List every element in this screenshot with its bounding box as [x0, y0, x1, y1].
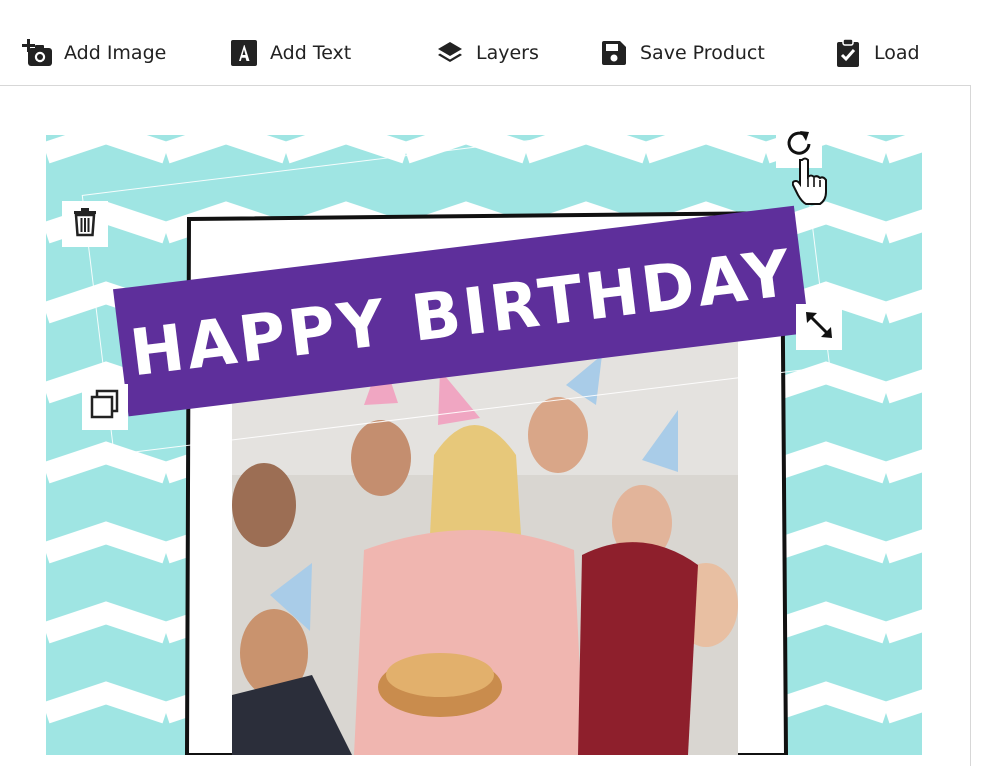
add-text-label: Add Text — [270, 42, 352, 64]
trash-icon — [72, 207, 98, 241]
add-text-button[interactable]: Add Text — [228, 36, 351, 70]
add-photo-icon — [22, 37, 54, 69]
add-image-label: Add Image — [64, 42, 167, 64]
load-button[interactable]: Load — [832, 36, 920, 70]
load-label: Load — [874, 42, 920, 64]
chevron-background: HAPPY BIRTHDAY — [46, 135, 922, 755]
layers-label: Layers — [476, 42, 539, 64]
copy-icon — [88, 388, 122, 426]
save-product-button[interactable]: Save Product — [598, 36, 765, 70]
floppy-disk-icon — [598, 37, 630, 69]
layers-icon — [434, 37, 466, 69]
save-product-label: Save Product — [640, 42, 765, 64]
delete-handle[interactable] — [62, 201, 108, 247]
resize-handle[interactable] — [796, 304, 842, 350]
layers-button[interactable]: Layers — [434, 36, 539, 70]
resize-arrows-icon — [802, 308, 836, 346]
design-canvas[interactable]: HAPPY BIRTHDAY — [46, 135, 922, 755]
editor-toolbar: Add Image Add Text Layers Save Product L… — [0, 0, 1003, 86]
add-image-button[interactable]: Add Image — [22, 36, 166, 70]
clipboard-check-icon — [832, 37, 864, 69]
duplicate-handle[interactable] — [82, 384, 128, 430]
hand-pointer-icon — [791, 156, 828, 210]
text-a-icon — [228, 37, 260, 69]
